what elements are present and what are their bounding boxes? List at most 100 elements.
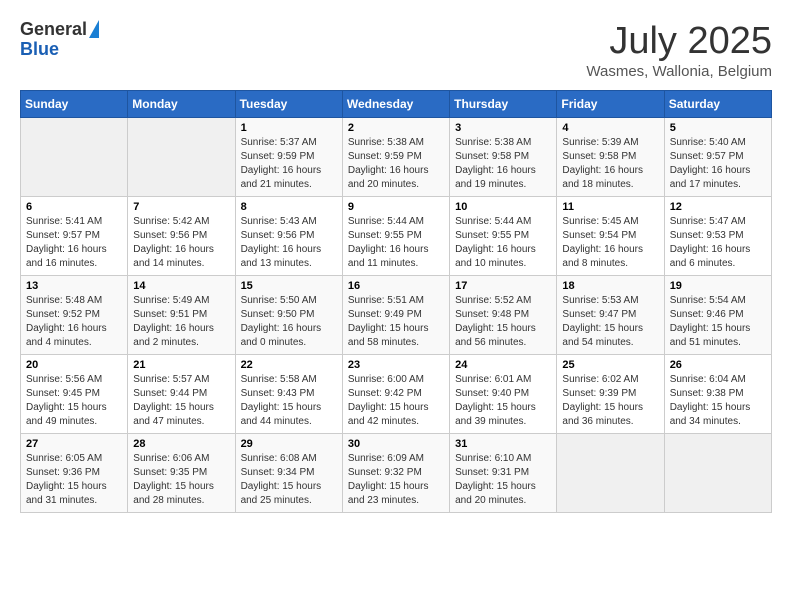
calendar-cell: 20Sunrise: 5:56 AMSunset: 9:45 PMDayligh… [21, 355, 128, 434]
day-info: Sunrise: 5:58 AMSunset: 9:43 PMDaylight:… [241, 373, 337, 429]
calendar-cell: 23 Sunrise: 6:00 AMSunset: 9:42 PMDayligh… [342, 355, 449, 434]
day-number: 10 [455, 201, 551, 213]
day-info: Sunrise: 5:38 AMSunset: 9:58 PMDaylight:… [455, 136, 551, 192]
day-number: 27 [26, 438, 122, 450]
column-header-wednesday: Wednesday [342, 91, 449, 118]
logo: General Blue [20, 20, 99, 60]
page-header: General Blue July 2025 Wasmes, Wallonia,… [20, 20, 772, 80]
day-number: 14 [133, 280, 229, 292]
calendar-week-row: 13 Sunrise: 5:48 AMSunset: 9:52 PMDayligh… [21, 276, 772, 355]
calendar-week-row: 20Sunrise: 5:56 AMSunset: 9:45 PMDayligh… [21, 355, 772, 434]
calendar-week-row: 1Sunrise: 5:37 AMSunset: 9:59 PMDaylight… [21, 118, 772, 197]
calendar-cell: 10 Sunrise: 5:44 AMSunset: 9:55 PMDayligh… [450, 197, 557, 276]
day-info: Sunrise: 5:49 AMSunset: 9:51 PMDaylight:… [133, 294, 229, 350]
day-info: Sunrise: 5:52 AMSunset: 9:48 PMDaylight:… [455, 294, 551, 350]
calendar-cell: 1Sunrise: 5:37 AMSunset: 9:59 PMDaylight… [235, 118, 342, 197]
day-info: Sunrise: 5:50 AMSunset: 9:50 PMDaylight:… [241, 294, 337, 350]
day-info: Sunrise: 5:48 AMSunset: 9:52 PMDaylight:… [26, 294, 122, 350]
calendar-cell: 3 Sunrise: 5:38 AMSunset: 9:58 PMDaylight… [450, 118, 557, 197]
day-number: 31 [455, 438, 551, 450]
day-number: 9 [348, 201, 444, 213]
day-number: 1 [241, 122, 337, 134]
day-number: 23 [348, 359, 444, 371]
day-info: Sunrise: 5:45 AMSunset: 9:54 PMDaylight:… [562, 215, 658, 271]
day-info: Sunrise: 5:44 AMSunset: 9:55 PMDaylight:… [348, 215, 444, 271]
calendar-cell: 31 Sunrise: 6:10 AMSunset: 9:31 PMDayligh… [450, 434, 557, 513]
day-number: 19 [670, 280, 766, 292]
day-number: 29 [241, 438, 337, 450]
calendar-cell [21, 118, 128, 197]
day-number: 26 [670, 359, 766, 371]
day-info: Sunrise: 5:41 AMSunset: 9:57 PMDaylight:… [26, 215, 122, 271]
day-info: Sunrise: 5:39 AMSunset: 9:58 PMDaylight:… [562, 136, 658, 192]
day-number: 30 [348, 438, 444, 450]
column-header-monday: Monday [128, 91, 235, 118]
day-info: Sunrise: 6:02 AMSunset: 9:39 PMDaylight:… [562, 373, 658, 429]
day-info: Sunrise: 5:53 AMSunset: 9:47 PMDaylight:… [562, 294, 658, 350]
calendar-cell: 25Sunrise: 6:02 AMSunset: 9:39 PMDayligh… [557, 355, 664, 434]
calendar-cell [664, 434, 771, 513]
calendar-cell: 28 Sunrise: 6:06 AMSunset: 9:35 PMDayligh… [128, 434, 235, 513]
calendar-cell: 16 Sunrise: 5:51 AMSunset: 9:49 PMDayligh… [342, 276, 449, 355]
calendar-cell: 6Sunrise: 5:41 AMSunset: 9:57 PMDaylight… [21, 197, 128, 276]
month-title: July 2025 [586, 20, 772, 63]
calendar-cell: 14 Sunrise: 5:49 AMSunset: 9:51 PMDayligh… [128, 276, 235, 355]
calendar-cell: 7Sunrise: 5:42 AMSunset: 9:56 PMDaylight… [128, 197, 235, 276]
day-info: Sunrise: 6:01 AMSunset: 9:40 PMDaylight:… [455, 373, 551, 429]
day-number: 12 [670, 201, 766, 213]
calendar-cell: 27 Sunrise: 6:05 AMSunset: 9:36 PMDayligh… [21, 434, 128, 513]
day-number: 2 [348, 122, 444, 134]
calendar-cell: 21 Sunrise: 5:57 AMSunset: 9:44 PMDayligh… [128, 355, 235, 434]
calendar-week-row: 6Sunrise: 5:41 AMSunset: 9:57 PMDaylight… [21, 197, 772, 276]
day-info: Sunrise: 5:44 AMSunset: 9:55 PMDaylight:… [455, 215, 551, 271]
day-number: 13 [26, 280, 122, 292]
calendar-cell: 17 Sunrise: 5:52 AMSunset: 9:48 PMDayligh… [450, 276, 557, 355]
day-info: Sunrise: 6:08 AMSunset: 9:34 PMDaylight:… [241, 452, 337, 508]
day-number: 18 [562, 280, 658, 292]
calendar-cell: 9 Sunrise: 5:44 AMSunset: 9:55 PMDaylight… [342, 197, 449, 276]
day-info: Sunrise: 6:04 AMSunset: 9:38 PMDaylight:… [670, 373, 766, 429]
day-number: 7 [133, 201, 229, 213]
day-info: Sunrise: 5:57 AMSunset: 9:44 PMDaylight:… [133, 373, 229, 429]
calendar-cell [128, 118, 235, 197]
calendar-cell: 18 Sunrise: 5:53 AMSunset: 9:47 PMDayligh… [557, 276, 664, 355]
day-info: Sunrise: 6:06 AMSunset: 9:35 PMDaylight:… [133, 452, 229, 508]
logo-triangle-icon [89, 20, 99, 38]
calendar-cell: 26 Sunrise: 6:04 AMSunset: 9:38 PMDayligh… [664, 355, 771, 434]
calendar-cell: 12Sunrise: 5:47 AMSunset: 9:53 PMDayligh… [664, 197, 771, 276]
calendar-cell: 15Sunrise: 5:50 AMSunset: 9:50 PMDayligh… [235, 276, 342, 355]
calendar-cell: 11 Sunrise: 5:45 AMSunset: 9:54 PMDayligh… [557, 197, 664, 276]
day-info: Sunrise: 6:10 AMSunset: 9:31 PMDaylight:… [455, 452, 551, 508]
calendar-table: SundayMondayTuesdayWednesdayThursdayFrid… [20, 90, 772, 513]
calendar-cell: 8Sunrise: 5:43 AMSunset: 9:56 PMDaylight… [235, 197, 342, 276]
column-header-tuesday: Tuesday [235, 91, 342, 118]
calendar-cell: 24 Sunrise: 6:01 AMSunset: 9:40 PMDayligh… [450, 355, 557, 434]
location-text: Wasmes, Wallonia, Belgium [586, 63, 772, 80]
logo-general-text: General [20, 20, 87, 40]
calendar-cell: 22 Sunrise: 5:58 AMSunset: 9:43 PMDayligh… [235, 355, 342, 434]
calendar-cell: 19 Sunrise: 5:54 AMSunset: 9:46 PMDayligh… [664, 276, 771, 355]
day-number: 24 [455, 359, 551, 371]
column-header-sunday: Sunday [21, 91, 128, 118]
day-number: 21 [133, 359, 229, 371]
calendar-week-row: 27 Sunrise: 6:05 AMSunset: 9:36 PMDayligh… [21, 434, 772, 513]
day-number: 22 [241, 359, 337, 371]
column-header-thursday: Thursday [450, 91, 557, 118]
day-number: 20 [26, 359, 122, 371]
calendar-cell: 29 Sunrise: 6:08 AMSunset: 9:34 PMDayligh… [235, 434, 342, 513]
calendar-cell: 5Sunrise: 5:40 AMSunset: 9:57 PMDaylight… [664, 118, 771, 197]
day-number: 3 [455, 122, 551, 134]
day-number: 16 [348, 280, 444, 292]
day-info: Sunrise: 5:51 AMSunset: 9:49 PMDaylight:… [348, 294, 444, 350]
day-number: 11 [562, 201, 658, 213]
day-info: Sunrise: 6:00 AMSunset: 9:42 PMDaylight:… [348, 373, 444, 429]
column-header-saturday: Saturday [664, 91, 771, 118]
calendar-cell: 2Sunrise: 5:38 AMSunset: 9:59 PMDaylight… [342, 118, 449, 197]
column-header-friday: Friday [557, 91, 664, 118]
day-number: 17 [455, 280, 551, 292]
day-info: Sunrise: 6:05 AMSunset: 9:36 PMDaylight:… [26, 452, 122, 508]
day-number: 28 [133, 438, 229, 450]
day-info: Sunrise: 5:54 AMSunset: 9:46 PMDaylight:… [670, 294, 766, 350]
logo-blue-text: Blue [20, 40, 59, 60]
day-info: Sunrise: 5:40 AMSunset: 9:57 PMDaylight:… [670, 136, 766, 192]
